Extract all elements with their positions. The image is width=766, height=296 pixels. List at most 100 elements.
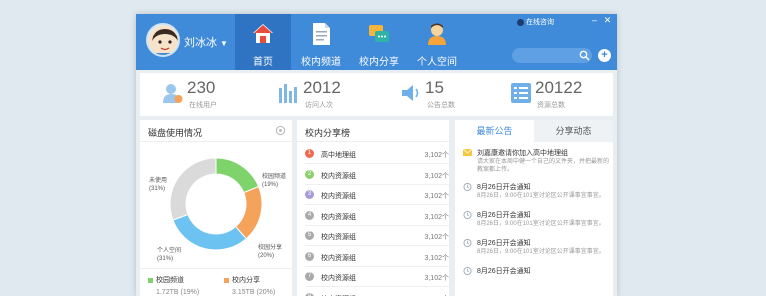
- pie-slice-0: [215, 157, 260, 194]
- rank-number: 6: [305, 251, 314, 261]
- tab-personal[interactable]: 个人空间: [409, 14, 465, 70]
- gear-icon[interactable]: [275, 125, 286, 136]
- stat-value: 2012: [303, 78, 341, 97]
- notice-title: 刘嘉康邀请你加入高中地理组: [477, 150, 568, 157]
- rank-number: 7: [305, 272, 314, 281]
- legend-share: 校内分享 3.15TB (20%): [224, 275, 275, 296]
- rank-name: 高中地理组: [321, 152, 356, 159]
- list-item[interactable]: 3 校内资源组 3,102个: [305, 185, 449, 205]
- share-chat-icon: [369, 25, 389, 42]
- username-label: 刘冰冰: [184, 37, 217, 49]
- plus-icon: +: [601, 49, 608, 61]
- rank-number: 2: [305, 169, 314, 179]
- label-share-pct: (20%): [258, 253, 275, 259]
- tab-channel[interactable]: 校内频道: [293, 14, 349, 70]
- minimize-icon: –: [591, 15, 597, 25]
- avatar[interactable]: [146, 23, 180, 57]
- clock-icon: [463, 267, 472, 275]
- notice-body: 8月26日，9:00在101室讨论区公开课事宜事宜。: [477, 221, 605, 227]
- clock-icon: [463, 239, 472, 247]
- rank-number: 5: [305, 231, 314, 240]
- rank-name: 校内资源组: [321, 172, 356, 180]
- pie-slice-3: [169, 157, 217, 221]
- rank-name: 校内资源组: [321, 234, 356, 241]
- notices-tabs: 最新公告 分享动态: [455, 120, 613, 142]
- tab-home[interactable]: 首页: [235, 14, 291, 70]
- rank-count: 3,102个: [424, 275, 449, 282]
- tab-latest-notices[interactable]: 最新公告: [455, 120, 534, 142]
- tab-personal-label: 个人空间: [417, 57, 457, 68]
- label-unused: 未使用 (31%): [149, 177, 167, 193]
- rank-number: 1: [305, 149, 314, 158]
- rank-count: 3,102个: [424, 172, 449, 180]
- user-menu[interactable]: 刘冰冰 ▼: [184, 34, 228, 50]
- speaker-icon: [402, 85, 419, 101]
- label-personal-pct: (31%): [157, 256, 174, 262]
- label-channel: 校园频道 (19%): [262, 173, 286, 189]
- legend-swatch: [148, 277, 153, 283]
- tab-share-activity[interactable]: 分享动态: [534, 120, 613, 142]
- stat-label: 资源总数: [537, 102, 565, 109]
- stat-value: 15: [425, 78, 444, 97]
- notice-title: 8月26日开会通知: [477, 184, 531, 191]
- minimize-button[interactable]: –: [590, 16, 599, 25]
- close-button[interactable]: ✕: [603, 16, 612, 25]
- add-button[interactable]: +: [598, 49, 611, 62]
- label-share: 校园分享 (20%): [258, 244, 282, 260]
- envelope-icon: [463, 149, 472, 156]
- tab-share[interactable]: 校内分享: [351, 14, 407, 70]
- legend-name: 校内分享: [232, 277, 260, 284]
- consult-icon: [517, 18, 524, 26]
- list-item[interactable]: 7 校内资源组 3,102个: [305, 267, 449, 287]
- disk-usage-title: 磁盘使用情况: [140, 120, 292, 142]
- rank-count: 3,102个: [424, 213, 449, 221]
- rank-number: 3: [305, 190, 314, 199]
- stat-label: 在线用户: [189, 102, 217, 109]
- top-bar: 刘冰冰 ▼ 首页 校内频道 校内分享 个人空间 在线咨询 – ✕ +: [136, 14, 617, 70]
- share-ranking-panel: 校内分享榜 1 高中地理组 3,102个 2 校内资源组 3,102个 3 校内资源组 3,10…: [297, 120, 449, 296]
- rank-count: 3,102个: [424, 193, 449, 200]
- list-item[interactable]: 2 校内资源组 3,102个: [305, 165, 449, 185]
- stat-label: 访问人次: [305, 102, 333, 109]
- online-consult-label: 在线咨询: [526, 19, 554, 26]
- list-item[interactable]: 8校内资源组3,102个: [305, 288, 449, 296]
- label-unused-name: 未使用: [149, 178, 168, 184]
- share-ranking-title: 校内分享榜: [297, 120, 449, 142]
- app-window: 刘冰冰 ▼ 首页 校内频道 校内分享 个人空间 在线咨询 – ✕ + 230 在…: [136, 14, 617, 296]
- rank-count: 3,102个: [424, 152, 449, 159]
- stat-value: 20122: [535, 78, 583, 97]
- clock-icon: [463, 183, 472, 191]
- pie-slice-2: [172, 213, 247, 251]
- rank-number: 4: [305, 210, 314, 220]
- label-share-name: 校园分享: [258, 245, 283, 251]
- list-item[interactable]: 4 校内资源组 3,102个: [305, 206, 449, 226]
- legend-value: 3.15TB (20%): [232, 289, 276, 296]
- label-personal-name: 个人空间: [157, 248, 182, 254]
- rank-name: 校内资源组: [321, 193, 356, 200]
- close-icon: ✕: [603, 15, 612, 25]
- notice-body: 8月26日，9:00在101室讨论区公开课事宜事宜。: [477, 249, 605, 255]
- label-personal: 个人空间 (31%): [157, 247, 181, 263]
- legend-swatch: [224, 277, 229, 283]
- bar-chart-icon: [279, 84, 297, 103]
- rank-count: 3,102个: [424, 254, 449, 262]
- search-icon[interactable]: [579, 50, 590, 61]
- list-icon: [511, 83, 531, 103]
- notice-title: 8月26日开会通知: [477, 240, 531, 247]
- list-item[interactable]: 6 校内资源组 3,102个: [305, 247, 449, 267]
- online-consult[interactable]: 在线咨询: [517, 17, 554, 27]
- legend-name: 校园频道: [156, 277, 184, 284]
- clock-icon: [463, 211, 472, 219]
- notice-title: 8月26日开会通知: [477, 212, 531, 219]
- notice-body: 请大家在本周中健一个自己的文件夹，并把最新的教案都上传。: [477, 159, 610, 173]
- stats-bar: 230 在线用户 2012 访问人次 15 公告总数 20122 资源总数: [140, 73, 613, 116]
- document-icon: [313, 23, 330, 45]
- person-icon: [428, 23, 446, 45]
- notice-title: 8月26日开会通知: [477, 268, 531, 275]
- tab-home-label: 首页: [253, 57, 273, 68]
- disk-usage-panel: 磁盘使用情况 未使用 (31%) 校园频道 (19%) 校园分享 (20%) 个人空间…: [140, 120, 292, 296]
- notices-panel: 最新公告 分享动态 刘嘉康邀请你加入高中地理组请大家在本周中健一个自己的文件夹，…: [455, 120, 613, 296]
- list-item[interactable]: 1 高中地理组 3,102个: [305, 144, 449, 164]
- list-item[interactable]: 5 校内资源组 3,102个: [305, 226, 449, 246]
- label-channel-name: 校园频道: [262, 174, 287, 180]
